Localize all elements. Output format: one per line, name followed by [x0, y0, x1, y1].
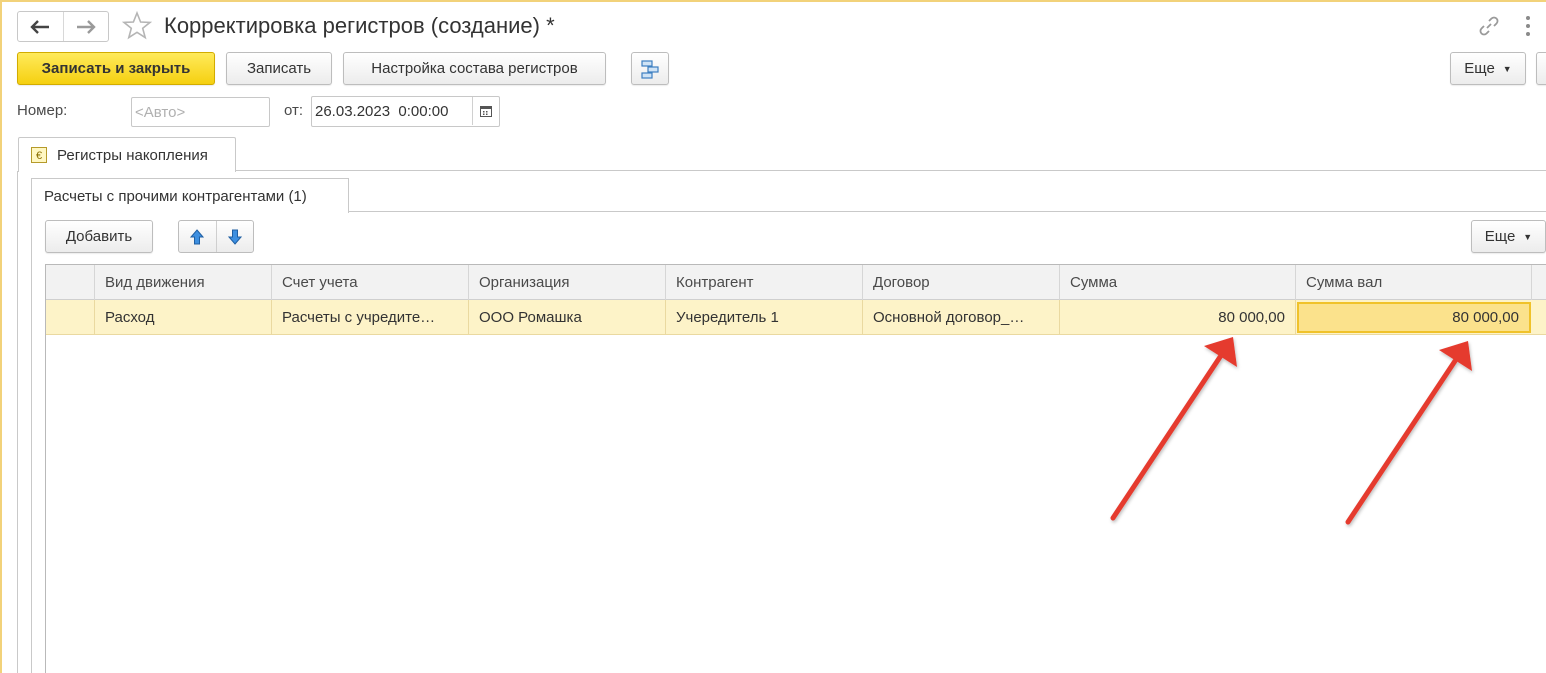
table-more-label: Еще [1484, 228, 1516, 245]
number-placeholder: <Авто> [135, 103, 186, 121]
cell-contract[interactable]: Основной договор_… [863, 300, 1060, 335]
page-title: Корректировка регистров (создание) * [164, 13, 555, 38]
cell-sum-currency[interactable]: 80 000,00 [1297, 302, 1531, 333]
tab-divider [236, 170, 1546, 171]
header-account[interactable]: Счет учета [272, 265, 469, 300]
cell-sum[interactable]: 80 000,00 [1060, 300, 1296, 335]
dropdown-caret-icon: ▼ [1502, 63, 1512, 74]
header-movement-type[interactable]: Вид движения [95, 265, 272, 300]
svg-text:€: € [36, 150, 42, 162]
arrow-left-icon [30, 19, 50, 34]
cell-organization[interactable]: ООО Ромашка [469, 300, 666, 335]
date-from-label: от: [284, 102, 304, 119]
cell-movement-type[interactable]: Расход [95, 300, 272, 335]
save-button[interactable]: Записать [226, 52, 332, 85]
favorite-star-icon[interactable] [121, 10, 153, 42]
table-header-row: Вид движения Счет учета Организация Конт… [46, 265, 1546, 300]
table-more-button[interactable]: Еще ▼ [1471, 220, 1546, 253]
more-actions-icon[interactable] [1524, 14, 1532, 38]
link-icon[interactable] [1478, 15, 1500, 37]
cell-account[interactable]: Расчеты с учредите… [272, 300, 469, 335]
header-row-marker [46, 265, 95, 300]
row-marker [46, 300, 95, 335]
arrow-up-icon [190, 228, 205, 244]
register-settings-button[interactable]: Настройка состава регистров [343, 52, 606, 85]
header-counterparty[interactable]: Контрагент [666, 265, 863, 300]
inner-tab-divider [349, 211, 1546, 212]
register-icon: € [31, 147, 47, 163]
header-sum-currency[interactable]: Сумма вал [1296, 265, 1532, 300]
header-extra[interactable] [1532, 265, 1546, 300]
structure-icon [641, 59, 659, 79]
cell-counterparty[interactable]: Учередитель 1 [666, 300, 863, 335]
more-menu-label: Еще [1464, 60, 1495, 77]
panel-border [17, 171, 18, 673]
window-frame-top [0, 0, 1546, 2]
arrow-down-icon [227, 229, 242, 245]
tab-other-counterparties[interactable]: Расчеты с прочими контрагентами (1) [31, 178, 349, 213]
header-organization[interactable]: Организация [469, 265, 666, 300]
register-table: Вид движения Счет учета Организация Конт… [45, 264, 1546, 673]
help-button-partial[interactable] [1536, 52, 1546, 85]
move-up-button[interactable] [179, 221, 216, 252]
add-button[interactable]: Добавить [45, 220, 153, 253]
inner-panel-border [31, 212, 32, 673]
tab-accumulation-registers[interactable]: € Регистры накопления [18, 137, 236, 172]
navigation-group [17, 11, 109, 42]
save-and-close-button[interactable]: Записать и закрыть [17, 52, 215, 85]
dropdown-caret-icon: ▼ [1523, 231, 1533, 242]
number-label: Номер: [17, 102, 68, 119]
forward-button[interactable] [62, 12, 109, 41]
structure-button[interactable] [631, 52, 669, 85]
calendar-button[interactable] [472, 97, 499, 125]
header-contract[interactable]: Договор [863, 265, 1060, 300]
move-buttons [178, 220, 254, 253]
more-menu-button[interactable]: Еще ▼ [1450, 52, 1526, 85]
table-row[interactable]: Расход Расчеты с учредите… ООО Ромашка У… [46, 300, 1546, 335]
date-input[interactable]: 26.03.2023 0:00:00 [311, 96, 500, 127]
tab-other-counterparties-label: Расчеты с прочими контрагентами (1) [44, 187, 307, 205]
header-sum[interactable]: Сумма [1060, 265, 1296, 300]
date-value: 26.03.2023 0:00:00 [315, 103, 449, 120]
number-input[interactable]: <Авто> [131, 97, 270, 127]
window-frame-left [0, 0, 2, 673]
tab-accumulation-registers-label: Регистры накопления [57, 146, 208, 164]
move-down-button[interactable] [215, 221, 254, 252]
back-button[interactable] [18, 12, 63, 41]
arrow-right-icon [76, 19, 96, 34]
calendar-icon [480, 106, 492, 117]
